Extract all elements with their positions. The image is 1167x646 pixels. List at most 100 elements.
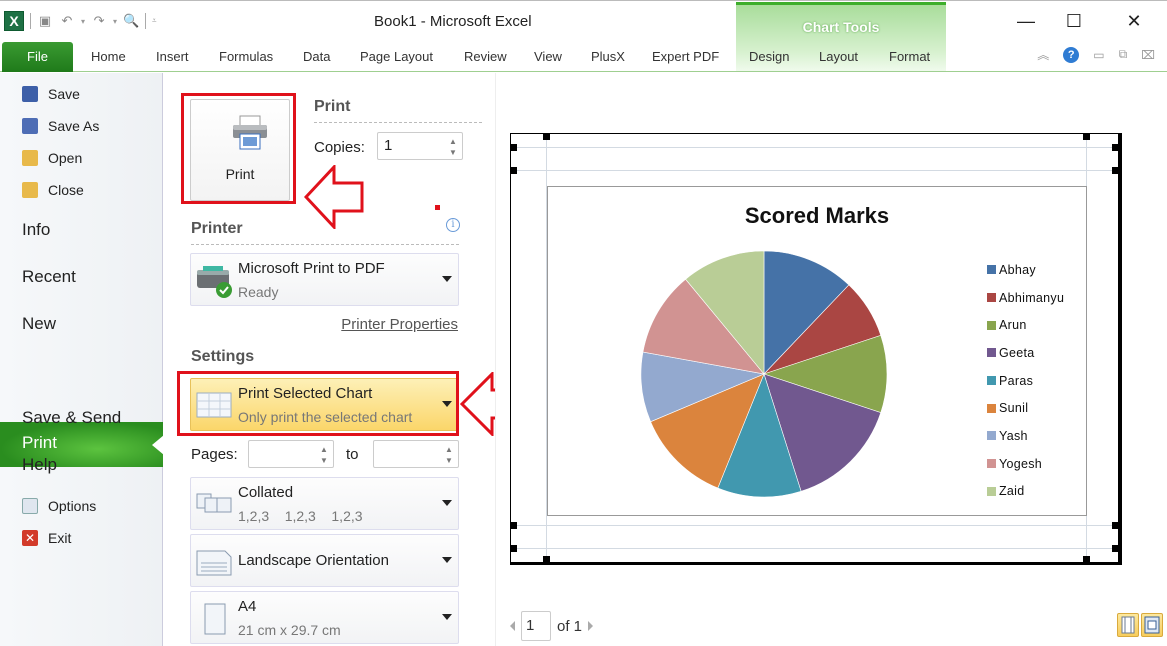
nav-item-save-as[interactable]: Save As xyxy=(22,115,99,137)
divider xyxy=(145,13,147,29)
close-button[interactable]: ✕ xyxy=(1114,9,1154,33)
legend-item: Paras xyxy=(987,367,1064,395)
minimize-button[interactable]: — xyxy=(1006,9,1046,33)
spin-arrows-icon[interactable]: ▲ ▼ xyxy=(448,136,458,158)
print-preview: Scored Marks Abhay Abhimanyu Arun Geeta Para… xyxy=(495,73,1167,646)
show-margins-button[interactable] xyxy=(1117,613,1139,637)
margin-handle[interactable] xyxy=(1112,522,1119,529)
page-count: of 1 xyxy=(557,617,583,635)
workbook-restore-icon[interactable]: ⧉ xyxy=(1119,47,1128,62)
margin-handle[interactable] xyxy=(543,133,550,140)
tab-plusx[interactable]: PlusX xyxy=(591,42,625,72)
nav-item-close[interactable]: Close xyxy=(22,179,84,201)
spin-arrows-icon[interactable]: ▲ ▼ xyxy=(319,444,329,466)
pages-from-stepper[interactable]: ▲ ▼ xyxy=(248,440,334,468)
legend-item: Yash xyxy=(987,422,1064,450)
margin-guide xyxy=(511,147,1118,148)
zoom-to-page-button[interactable] xyxy=(1141,613,1163,637)
margin-handle[interactable] xyxy=(510,167,517,174)
nav-item-help[interactable]: Help xyxy=(22,455,57,475)
section-printer-title: Printer xyxy=(191,220,243,237)
tab-data[interactable]: Data xyxy=(303,42,330,72)
legend-swatch xyxy=(987,293,996,303)
workbook-minimize-icon[interactable]: ▭ xyxy=(1093,48,1104,62)
margin-handle[interactable] xyxy=(1112,167,1119,174)
paper-title: A4 xyxy=(238,598,257,615)
quick-access-toolbar: X ▣ ↶ ▾ ↷ ▾ 🔍 ⩡ xyxy=(4,11,157,31)
tab-review[interactable]: Review xyxy=(464,42,507,72)
backstage-nav: Save Save As Open Close Info Recent New … xyxy=(0,73,164,646)
orientation-dropdown[interactable]: Landscape Orientation xyxy=(190,534,459,587)
spin-arrows-icon[interactable]: ▲ ▼ xyxy=(444,444,454,466)
legend-swatch xyxy=(987,431,996,441)
printer-dropdown[interactable]: Microsoft Print to PDF Ready xyxy=(190,253,459,306)
redo-dropdown-icon[interactable]: ▾ xyxy=(113,17,117,26)
margin-handle[interactable] xyxy=(1083,556,1090,563)
save-icon[interactable]: ▣ xyxy=(37,13,53,29)
margin-handle[interactable] xyxy=(543,556,550,563)
redo-icon[interactable]: ↷ xyxy=(91,13,107,29)
nav-item-label: Open xyxy=(48,150,83,166)
info-icon[interactable]: i xyxy=(446,218,460,232)
chevron-down-icon xyxy=(442,276,452,282)
preview-page: Scored Marks Abhay Abhimanyu Arun Geeta Para… xyxy=(510,133,1122,565)
section-settings-title: Settings xyxy=(191,348,255,365)
collation-title: Collated xyxy=(238,484,294,501)
customize-quick-access-icon[interactable]: ⩡ xyxy=(152,16,157,26)
nav-item-options[interactable]: Options xyxy=(22,495,96,517)
nav-item-recent[interactable]: Recent xyxy=(22,267,76,287)
nav-item-open[interactable]: Open xyxy=(22,147,82,169)
nav-item-new[interactable]: New xyxy=(22,314,56,334)
margin-handle[interactable] xyxy=(510,522,517,529)
paper-size-dropdown[interactable]: A4 21 cm x 29.7 cm xyxy=(190,591,459,644)
next-page-icon[interactable] xyxy=(588,621,594,631)
tab-page-layout[interactable]: Page Layout xyxy=(360,42,433,72)
workbook-close-icon[interactable]: ⌧ xyxy=(1141,48,1155,62)
excel-logo-icon[interactable]: X xyxy=(4,11,24,31)
undo-icon[interactable]: ↶ xyxy=(59,13,75,29)
previous-page-icon[interactable] xyxy=(510,621,515,631)
print-preview-icon[interactable]: 🔍 xyxy=(123,13,139,29)
margin-handle[interactable] xyxy=(1112,144,1119,151)
tab-expert-pdf[interactable]: Expert PDF xyxy=(652,42,719,72)
tab-file[interactable]: File xyxy=(2,42,73,72)
tab-view[interactable]: View xyxy=(534,42,562,72)
preview-view-controls xyxy=(1117,613,1163,637)
legend-label: Abhay xyxy=(999,262,1036,277)
window-title: Book1 - Microsoft Excel xyxy=(374,13,532,30)
help-icon[interactable]: ? xyxy=(1063,46,1080,63)
legend-swatch xyxy=(987,320,996,330)
landscape-icon xyxy=(196,550,232,576)
maximize-button[interactable]: ☐ xyxy=(1054,9,1094,33)
chevron-down-icon xyxy=(442,614,452,620)
copies-stepper[interactable]: 1 ▲ ▼ xyxy=(377,132,463,160)
legend-label: Yogesh xyxy=(999,456,1043,471)
minimize-ribbon-icon[interactable]: ︽ xyxy=(1037,46,1049,63)
current-page-input[interactable]: 1 xyxy=(521,611,551,641)
pages-to-stepper[interactable]: ▲ ▼ xyxy=(373,440,459,468)
legend-label: Yash xyxy=(999,428,1028,443)
nav-item-exit[interactable]: ✕ Exit xyxy=(22,527,71,549)
undo-dropdown-icon[interactable]: ▾ xyxy=(81,17,85,26)
nav-item-save[interactable]: Save xyxy=(22,83,80,105)
highlight-box xyxy=(181,93,296,204)
margin-handle[interactable] xyxy=(1083,133,1090,140)
tab-chart-format[interactable]: Format xyxy=(889,42,930,72)
margin-handle[interactable] xyxy=(1112,545,1119,552)
tab-chart-layout[interactable]: Layout xyxy=(819,42,858,72)
open-folder-icon xyxy=(22,150,38,166)
options-icon xyxy=(22,498,38,514)
nav-item-save-send[interactable]: Save & Send xyxy=(22,408,121,428)
show-margins-icon xyxy=(1121,616,1135,634)
printer-properties-link[interactable]: Printer Properties xyxy=(341,316,458,333)
tab-formulas[interactable]: Formulas xyxy=(219,42,273,72)
highlight-box xyxy=(177,371,459,436)
collation-dropdown[interactable]: Collated 1,2,3 1,2,3 1,2,3 xyxy=(190,477,459,530)
paper-icon xyxy=(204,603,226,635)
margin-handle[interactable] xyxy=(510,545,517,552)
margin-handle[interactable] xyxy=(510,144,517,151)
tab-insert[interactable]: Insert xyxy=(156,42,189,72)
tab-chart-design[interactable]: Design xyxy=(749,42,789,72)
tab-home[interactable]: Home xyxy=(91,42,126,72)
nav-item-info[interactable]: Info xyxy=(22,220,50,240)
